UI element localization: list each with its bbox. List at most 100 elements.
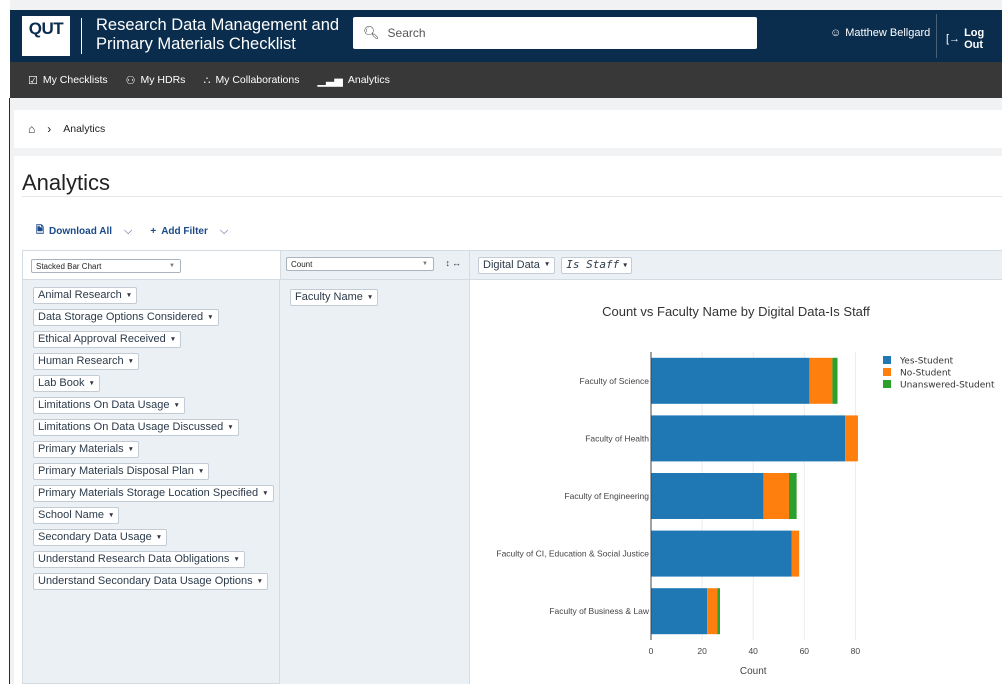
y-tick-label: Faculty of Engineering — [564, 491, 649, 501]
logout-label: Log Out — [964, 27, 985, 51]
renderer-cell: Stacked Bar Chart ▼ — [22, 250, 280, 280]
column-field-pill[interactable]: Is Staff ▼ — [561, 256, 633, 274]
bar-segment — [788, 473, 797, 519]
legend-label: Yes-Student — [899, 357, 954, 367]
add-filter-button[interactable]: + Add Filter — [150, 226, 208, 237]
bar-segment — [651, 415, 846, 462]
field-label: Limitations On Data Usage Discussed — [38, 421, 224, 433]
x-tick-label: 40 — [748, 646, 758, 656]
caret-down-icon[interactable]: ▼ — [207, 314, 213, 321]
user-icon: ☺ — [830, 27, 842, 39]
unused-field-pill[interactable]: Human Research ▼ — [33, 353, 140, 370]
user-menu[interactable]: ☺ Matthew Bellgard — [830, 27, 930, 39]
search-input[interactable]: 🔍︎ Search — [353, 17, 757, 49]
qut-logo[interactable]: QUT — [22, 16, 70, 56]
unused-field-pill[interactable]: Lab Book ▼ — [33, 375, 100, 392]
field-label: School Name — [38, 509, 105, 521]
field-label: Faculty Name — [295, 291, 363, 303]
page-title: Analytics — [22, 170, 111, 195]
sort-order-icons[interactable]: ↕↔ — [446, 258, 464, 268]
row-field-pill[interactable]: Faculty Name ▼ — [290, 289, 379, 306]
caret-down-icon[interactable]: ▼ — [262, 490, 268, 497]
x-tick-label: 20 — [697, 646, 707, 656]
field-label: Ethical Approval Received — [38, 333, 166, 345]
aggregator-cell: Count ▼ ↕↔ — [280, 250, 470, 280]
download-all-button[interactable]: 🗎 Download All — [36, 223, 112, 240]
logout-button[interactable]: [→ Log Out — [946, 27, 1002, 51]
caret-down-icon[interactable]: ▼ — [170, 336, 176, 343]
bar-segment — [651, 473, 764, 519]
row-fields-area[interactable]: Faculty Name ▼ — [280, 280, 470, 684]
unused-field-pill[interactable]: Ethical Approval Received ▼ — [33, 331, 182, 348]
x-axis-label: Count — [740, 666, 767, 677]
home-icon[interactable]: ⌂ — [28, 122, 35, 136]
renderer-select[interactable]: Stacked Bar Chart ▼ — [31, 259, 181, 273]
logo-divider — [81, 18, 82, 54]
x-tick-label: 80 — [851, 646, 861, 656]
bar-segment — [845, 415, 858, 462]
unused-field-pill[interactable]: Limitations On Data Usage ▼ — [33, 397, 185, 414]
caret-down-icon[interactable]: ▼ — [126, 292, 132, 299]
chart-area: Count vs Faculty Name by Digital Data-Is… — [470, 280, 1002, 684]
unused-field-pill[interactable]: Primary Materials ▼ — [33, 441, 140, 458]
bar-segment — [651, 357, 810, 404]
nav-label: My HDRs — [140, 74, 186, 86]
x-tick-label: 0 — [649, 646, 654, 656]
caret-down-icon[interactable]: ▼ — [198, 468, 204, 475]
title-divider — [22, 196, 1002, 197]
unused-field-pill[interactable]: Secondary Data Usage ▼ — [33, 529, 168, 546]
legend-swatch — [883, 368, 891, 376]
caret-down-icon[interactable]: ▼ — [623, 261, 627, 269]
caret-down-icon[interactable]: ▼ — [88, 380, 94, 387]
caret-down-icon[interactable]: ▼ — [233, 556, 239, 563]
unused-field-pill[interactable]: Data Storage Options Considered ▼ — [33, 309, 219, 326]
column-field-pill[interactable]: Digital Data ▼ — [478, 256, 556, 274]
unused-field-pill[interactable]: Understand Research Data Obligations ▼ — [33, 551, 245, 568]
caret-down-icon[interactable]: ▼ — [156, 534, 162, 541]
network-icon: ∴ — [203, 74, 211, 87]
aggregator-select[interactable]: Count ▼ — [286, 257, 434, 271]
y-tick-label: Faculty of Health — [585, 433, 649, 443]
bar-segment — [651, 530, 792, 577]
nav-my-checklists[interactable]: ☑ My Checklists — [28, 74, 108, 87]
unused-fields-area[interactable]: Animal Research ▼ Data Storage Options Con… — [22, 280, 280, 684]
field-label: Is Staff — [566, 258, 620, 271]
unused-field-pill[interactable]: Primary Materials Disposal Plan ▼ — [33, 463, 210, 480]
chevron-right-icon: › — [47, 122, 52, 136]
main-nav: ☑ My Checklists ⚇ My HDRs ∴ My Collabora… — [10, 62, 1002, 98]
chevron-down-icon[interactable]: ⌵ — [124, 225, 132, 238]
caret-down-icon[interactable]: ▼ — [128, 358, 134, 365]
field-label: Data Storage Options Considered — [38, 311, 204, 323]
unused-field-pill[interactable]: School Name ▼ — [33, 507, 120, 524]
document-icon: 🗎 — [36, 225, 45, 236]
unused-field-pill[interactable]: Limitations On Data Usage Discussed ▼ — [33, 419, 239, 436]
caret-down-icon[interactable]: ▼ — [227, 424, 233, 431]
bar-segment — [832, 357, 838, 404]
aggregator-value: Count — [291, 259, 313, 269]
field-label: Lab Book — [38, 377, 85, 389]
caret-down-icon[interactable]: ▼ — [128, 446, 134, 453]
breadcrumb-current: Analytics — [63, 123, 106, 135]
people-icon: ⚇ — [125, 74, 136, 87]
x-tick-label: 60 — [800, 646, 810, 656]
caret-down-icon[interactable]: ▼ — [367, 294, 373, 301]
breadcrumb: ⌂ › Analytics — [14, 110, 1002, 148]
pivot-table: Stacked Bar Chart ▼ Count ▼ ↕↔ Digital D… — [22, 250, 1002, 684]
header-divider — [936, 14, 937, 58]
unused-field-pill[interactable]: Primary Materials Storage Location Speci… — [33, 485, 274, 502]
caret-down-icon[interactable]: ▼ — [544, 261, 550, 268]
caret-down-icon[interactable]: ▼ — [257, 578, 263, 585]
nav-analytics[interactable]: ▁▃▅ Analytics — [317, 74, 389, 87]
unused-field-pill[interactable]: Animal Research ▼ — [33, 287, 138, 304]
column-fields-area[interactable]: Digital Data ▼ Is Staff ▼ — [470, 250, 1002, 280]
chevron-down-icon[interactable]: ⌵ — [220, 225, 228, 238]
chart-title: Count vs Faculty Name by Digital Data-Is… — [602, 304, 870, 319]
caret-down-icon[interactable]: ▼ — [173, 402, 179, 409]
unused-field-pill[interactable]: Understand Secondary Data Usage Options ▼ — [33, 573, 269, 590]
logout-icon: [→ — [946, 33, 961, 45]
nav-my-hdrs[interactable]: ⚇ My HDRs — [126, 74, 186, 87]
caret-down-icon[interactable]: ▼ — [108, 512, 114, 519]
nav-my-collaborations[interactable]: ∴ My Collaborations — [203, 74, 299, 87]
toolbar: 🗎 Download All ⌵ + Add Filter ⌵ — [36, 223, 246, 240]
add-filter-label: Add Filter — [161, 226, 208, 237]
